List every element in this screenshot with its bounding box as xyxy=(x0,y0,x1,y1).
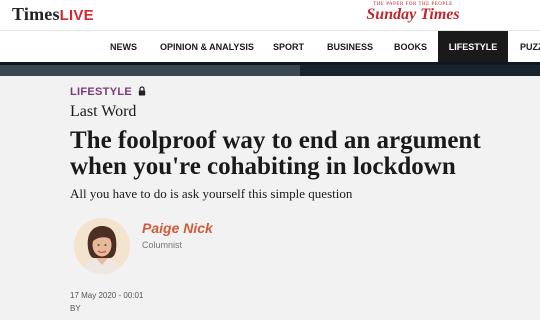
publish-date: 17 May 2020 - 00:01 xyxy=(70,291,144,300)
nav-item-opinion-analysis[interactable]: OPINION & ANALYSIS xyxy=(160,31,254,63)
section-label-text: LIFESTYLE xyxy=(70,86,132,98)
author-role: Columnist xyxy=(142,240,183,250)
nav-item-lifestyle-label: LIFESTYLE xyxy=(448,42,498,52)
top-bar: TimesLIVE THE PAPER FOR THE PEOPLE Sunda… xyxy=(0,0,540,30)
article-standfirst: All you have to do is ask yourself this … xyxy=(70,186,353,201)
headline-line-1: The foolproof way to end an argument xyxy=(70,127,481,154)
main-navigation: NEWS OPINION & ANALYSIS SPORT BUSINESS B… xyxy=(0,30,540,66)
nav-item-lifestyle[interactable]: LIFESTYLE xyxy=(438,31,508,66)
headline-line-2: when you're cohabiting in lockdown xyxy=(70,153,456,180)
nav-item-business[interactable]: BUSINESS xyxy=(327,31,373,63)
timeslive-logo[interactable]: TimesLIVE xyxy=(12,4,94,25)
author-avatar[interactable] xyxy=(74,218,130,274)
nav-item-puzzles[interactable]: PUZZ xyxy=(520,31,540,63)
lock-icon xyxy=(138,86,146,99)
section-label[interactable]: LIFESTYLE xyxy=(70,86,146,99)
sunday-times-wordmark: Sunday Times xyxy=(366,6,460,23)
nav-item-sport[interactable]: SPORT xyxy=(273,31,304,63)
live-logo-text: LIVE xyxy=(59,7,94,24)
author-name[interactable]: Paige Nick xyxy=(142,220,213,236)
article-headline: The foolproof way to end an argument whe… xyxy=(70,128,530,180)
banner-strip-top-edge xyxy=(0,62,540,65)
sunday-times-logo[interactable]: THE PAPER FOR THE PEOPLE Sunday Times xyxy=(358,2,468,23)
article-kicker: Last Word xyxy=(70,103,137,120)
nav-item-news[interactable]: NEWS xyxy=(110,31,137,63)
byline-label: BY xyxy=(70,304,81,313)
times-logo-text: Times xyxy=(12,4,60,24)
nav-item-books[interactable]: BOOKS xyxy=(394,31,427,63)
